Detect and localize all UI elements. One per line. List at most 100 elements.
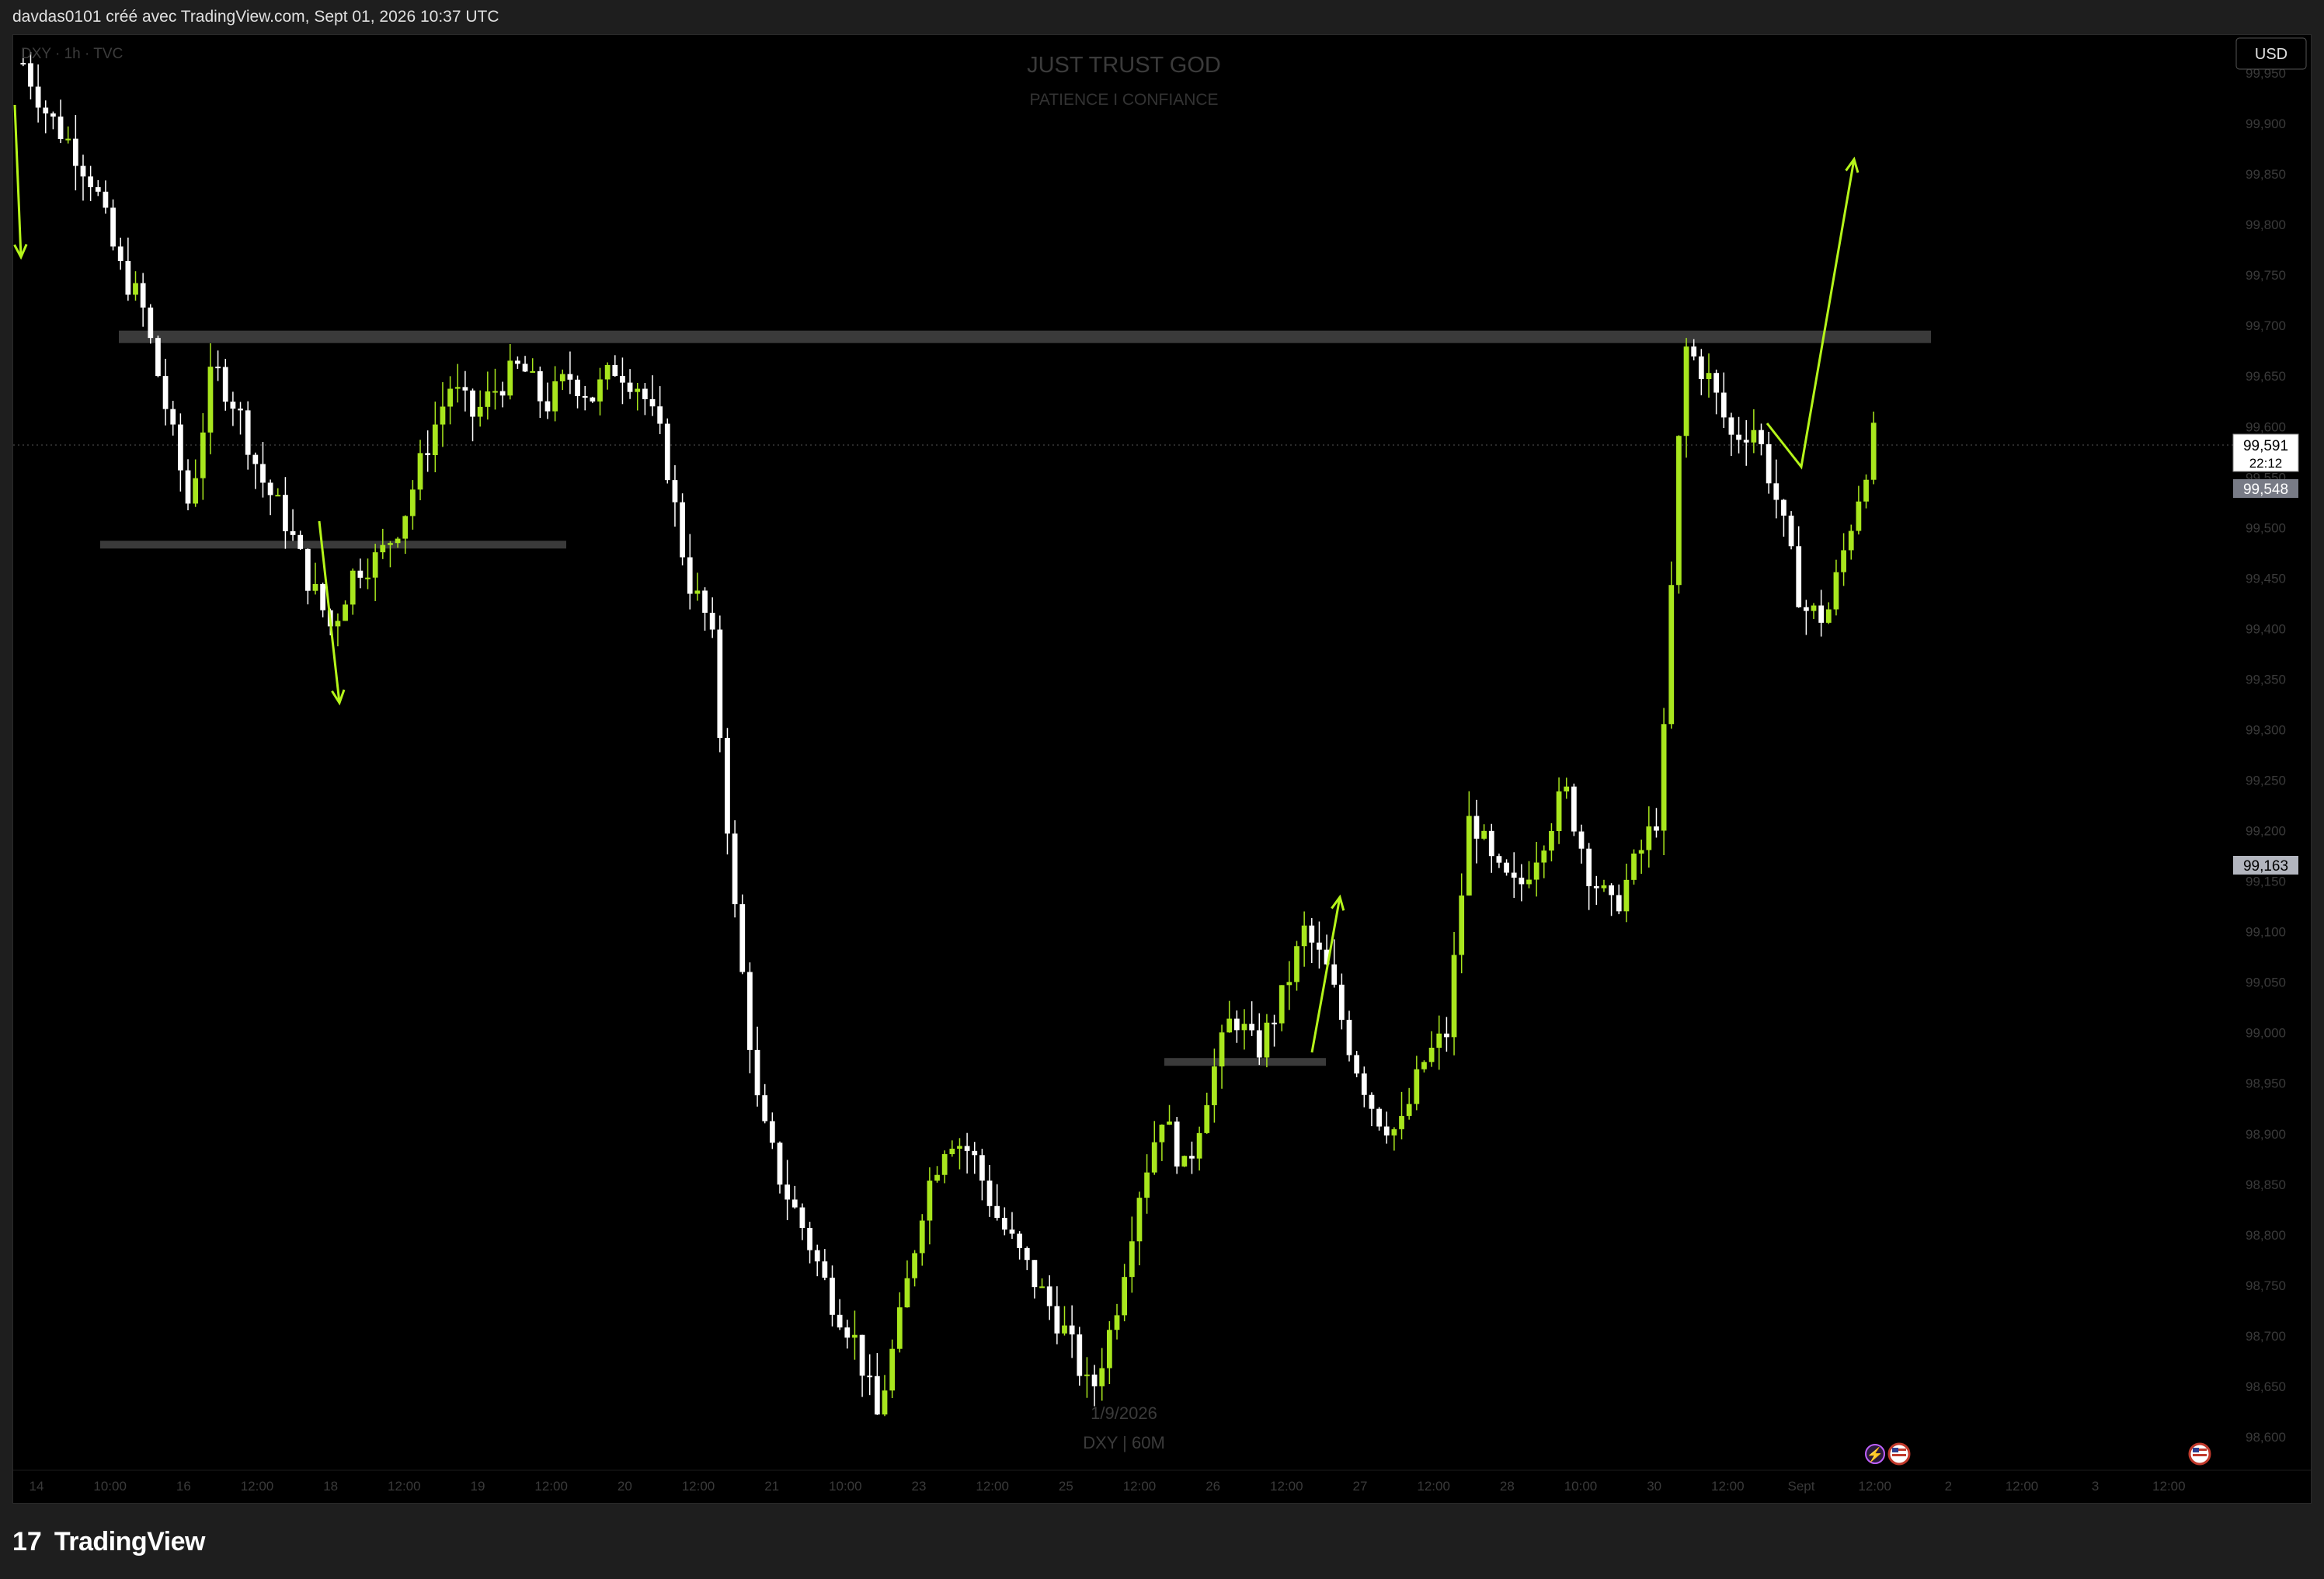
candle-body xyxy=(1406,1104,1412,1116)
candle-body xyxy=(1526,879,1532,885)
candle-body xyxy=(1294,946,1299,983)
candle-body xyxy=(470,390,475,417)
candle-body xyxy=(1683,346,1689,436)
candle-body xyxy=(1616,895,1622,912)
candle-body xyxy=(162,376,169,409)
price-tick: 98,650 xyxy=(2246,1379,2286,1394)
time-tick: 10:00 xyxy=(93,1479,127,1494)
candle-body xyxy=(732,833,738,905)
candle-body xyxy=(1354,1055,1360,1074)
candle-body xyxy=(1796,546,1802,607)
candle-body xyxy=(612,364,618,377)
candle-body xyxy=(417,453,423,490)
price-tick: 99,700 xyxy=(2246,318,2286,333)
chart-area[interactable]: 99,950 99,900 99,850 99,800 99,750 99,700 99,6… xyxy=(12,34,2312,1504)
candle-body xyxy=(1249,1024,1255,1031)
candle-body xyxy=(1054,1306,1060,1334)
flag-canton xyxy=(2193,1448,2199,1452)
candlestick-chart[interactable]: 99,95099,90099,85099,80099,75099,70099,6… xyxy=(13,35,2312,1504)
candle-body xyxy=(544,401,551,412)
candle-body xyxy=(1623,879,1630,912)
candle-body xyxy=(20,63,26,65)
candle-body xyxy=(844,1327,851,1338)
candle-body xyxy=(380,544,386,553)
price-tick: 98,700 xyxy=(2246,1329,2286,1344)
candle-body xyxy=(1399,1115,1404,1129)
candle-body xyxy=(972,1150,978,1156)
candle-body xyxy=(1661,724,1667,831)
arrows-layer xyxy=(13,104,1860,1053)
candle-body xyxy=(1773,483,1780,500)
candle-body xyxy=(941,1153,948,1175)
candle-body xyxy=(1481,830,1487,839)
candle-body xyxy=(522,363,528,372)
candle-body xyxy=(1571,786,1577,832)
price-tick: 99,400 xyxy=(2246,621,2286,636)
candle-body xyxy=(365,577,371,579)
candle-body xyxy=(409,489,416,516)
candle-body xyxy=(117,246,124,261)
candle-body xyxy=(694,590,701,594)
candle-body xyxy=(635,388,641,392)
candle-body xyxy=(1444,1033,1449,1038)
candle-body xyxy=(1189,1156,1195,1159)
time-tick: Sept xyxy=(1788,1479,1815,1494)
candle-body xyxy=(754,1049,760,1096)
candle-body xyxy=(1167,1121,1172,1125)
candle-body xyxy=(867,1376,873,1378)
candle-body xyxy=(1736,434,1741,440)
currency-button[interactable]: USD xyxy=(2235,37,2307,70)
time-tick: 14 xyxy=(30,1479,44,1494)
candle-body xyxy=(1533,862,1539,880)
candle-body xyxy=(1272,1022,1277,1024)
candle-body xyxy=(1578,831,1585,849)
candle-body xyxy=(335,621,341,627)
price-tick: 98,800 xyxy=(2246,1228,2286,1243)
event-icons[interactable]: ⚡ xyxy=(1865,1442,2211,1466)
candle-body xyxy=(672,480,678,503)
candle-body xyxy=(1151,1142,1157,1173)
candle-body xyxy=(1421,1062,1427,1069)
time-tick: 12:00 xyxy=(1270,1479,1303,1494)
candle-body xyxy=(35,86,41,108)
price-tick: 99,750 xyxy=(2246,268,2286,283)
price-tick: 99,900 xyxy=(2246,117,2286,131)
candle-body xyxy=(702,590,708,613)
candle-body xyxy=(432,424,438,455)
candle-body xyxy=(649,398,656,407)
candle-body xyxy=(88,176,94,188)
candle-body xyxy=(1519,878,1525,885)
time-tick: 25 xyxy=(1059,1479,1073,1494)
tradingview-logo-icon: 17 xyxy=(12,1526,42,1556)
candle-body xyxy=(1593,885,1599,889)
candle-body xyxy=(170,409,176,425)
candle-body xyxy=(1114,1315,1120,1330)
candle-body xyxy=(1549,831,1554,851)
watermark-subtitle: PATIENCE I CONFIANCE xyxy=(1029,91,1218,109)
currency-button-label[interactable]: USD xyxy=(2255,46,2287,63)
candle-body xyxy=(177,424,183,471)
candle-body xyxy=(1129,1241,1135,1278)
candle-body xyxy=(1001,1218,1007,1230)
price-tick: 98,750 xyxy=(2246,1278,2286,1293)
candle-body xyxy=(343,604,348,621)
candle-body xyxy=(1428,1047,1435,1063)
time-tick: 23 xyxy=(912,1479,927,1494)
tradingview-brand: TradingView xyxy=(54,1526,206,1556)
candle-body xyxy=(1331,964,1338,985)
candle-body xyxy=(680,502,685,558)
candle-body xyxy=(785,1184,791,1200)
candle-body xyxy=(852,1334,858,1338)
time-tick: 27 xyxy=(1353,1479,1368,1494)
candle-body xyxy=(889,1348,896,1391)
candle-body xyxy=(1863,479,1869,502)
candle-body xyxy=(140,283,146,308)
candle-body xyxy=(1256,1030,1262,1058)
time-tick: 10:00 xyxy=(1564,1479,1598,1494)
candle-body xyxy=(80,165,86,177)
candle-body xyxy=(1743,440,1749,443)
trend-arrow xyxy=(1766,158,1856,470)
candle-body xyxy=(95,187,101,192)
candle-body xyxy=(1204,1104,1210,1133)
candle-body xyxy=(357,570,364,578)
